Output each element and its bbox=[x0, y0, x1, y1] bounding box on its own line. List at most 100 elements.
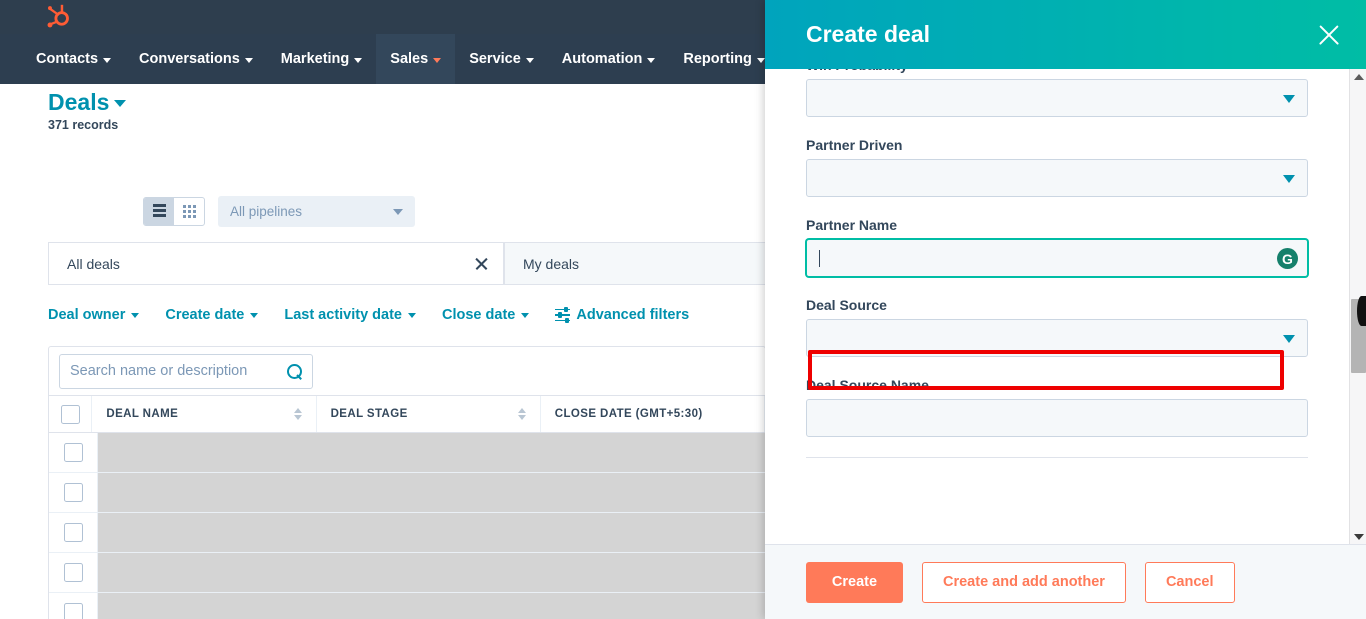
nav-item-marketing[interactable]: Marketing bbox=[267, 34, 377, 84]
sort-icon[interactable] bbox=[293, 408, 302, 420]
close-icon[interactable] bbox=[1316, 22, 1342, 48]
deals-table-card: DEAL NAME DEAL STAGE CLOSE DATE (GMT+5:3… bbox=[48, 346, 766, 619]
table-row[interactable] bbox=[49, 433, 765, 473]
filter-sliders-icon bbox=[555, 306, 571, 324]
row-masked-content bbox=[98, 513, 765, 552]
chevron-down-icon bbox=[114, 100, 127, 108]
sort-icon[interactable] bbox=[517, 408, 526, 420]
create-button[interactable]: Create bbox=[806, 561, 903, 603]
row-checkbox[interactable] bbox=[63, 483, 83, 502]
field-deal-source: Deal Source bbox=[806, 297, 1308, 357]
row-select-cell bbox=[49, 593, 98, 619]
search-input[interactable] bbox=[70, 363, 283, 379]
nav-item-label: Reporting bbox=[683, 51, 752, 67]
list-view-icon[interactable] bbox=[144, 198, 174, 225]
page-title[interactable]: Deals bbox=[48, 89, 127, 116]
text-cursor bbox=[819, 249, 821, 267]
view-toggle bbox=[143, 197, 205, 226]
table-row[interactable] bbox=[49, 513, 765, 553]
view-tabs: All deals My deals bbox=[48, 242, 766, 285]
filter-last-activity-date[interactable]: Last activity date bbox=[284, 307, 417, 323]
panel-form-body: Win Probability Partner Driven Partner N… bbox=[765, 69, 1366, 544]
field-deal-source-name: Deal Source Name bbox=[806, 377, 1308, 437]
filter-label: Create date bbox=[165, 307, 245, 323]
chevron-down-icon bbox=[244, 57, 253, 63]
advanced-filters-button[interactable]: Advanced filters bbox=[555, 306, 689, 324]
filter-label: Deal owner bbox=[48, 307, 126, 323]
close-icon[interactable] bbox=[474, 256, 489, 271]
row-checkbox[interactable] bbox=[63, 603, 83, 619]
row-checkbox[interactable] bbox=[63, 443, 83, 462]
row-masked-content bbox=[98, 593, 765, 619]
table-row[interactable] bbox=[49, 473, 765, 513]
tab-label: All deals bbox=[67, 256, 120, 272]
deal-source-select[interactable] bbox=[806, 319, 1308, 357]
tab-my-deals[interactable]: My deals bbox=[504, 242, 766, 285]
filter-create-date[interactable]: Create date bbox=[165, 307, 259, 323]
table-body bbox=[49, 433, 765, 619]
mouse-cursor bbox=[1357, 296, 1366, 326]
table-search-row bbox=[49, 347, 765, 395]
tabs-underline bbox=[48, 284, 766, 285]
app-root: Contacts Conversations Marketing Sales S… bbox=[0, 0, 1366, 619]
row-checkbox[interactable] bbox=[63, 523, 83, 542]
deal-source-name-input[interactable] bbox=[806, 399, 1308, 437]
pipeline-select[interactable]: All pipelines bbox=[218, 196, 415, 227]
table-row[interactable] bbox=[49, 593, 765, 619]
create-and-add-another-button[interactable]: Create and add another bbox=[922, 561, 1126, 603]
panel-footer: Create Create and add another Cancel bbox=[765, 544, 1366, 619]
row-masked-content bbox=[98, 473, 765, 512]
page-title-label: Deals bbox=[48, 89, 110, 115]
pipeline-select-label: All pipelines bbox=[230, 204, 303, 219]
filter-bar: Deal owner Create date Last activity dat… bbox=[48, 296, 689, 334]
nav-item-label: Contacts bbox=[36, 51, 99, 67]
nav-item-label: Service bbox=[469, 51, 521, 67]
row-select-cell bbox=[49, 513, 98, 552]
nav-item-reporting[interactable]: Reporting bbox=[669, 34, 778, 84]
row-select-cell bbox=[49, 433, 98, 472]
field-win-probability: Win Probability bbox=[806, 69, 1308, 117]
select-all-cell bbox=[49, 396, 93, 432]
nav-item-service[interactable]: Service bbox=[455, 34, 548, 84]
nav-item-label: Sales bbox=[390, 51, 429, 67]
table-row[interactable] bbox=[49, 553, 765, 593]
field-label: Partner Name bbox=[806, 217, 898, 233]
chevron-down-icon bbox=[1283, 95, 1295, 103]
partner-driven-select[interactable] bbox=[806, 159, 1308, 197]
row-masked-content bbox=[98, 553, 765, 592]
nav-item-contacts[interactable]: Contacts bbox=[22, 34, 125, 84]
chevron-down-icon bbox=[250, 312, 259, 318]
column-header-deal-stage[interactable]: DEAL STAGE bbox=[317, 396, 541, 432]
grammarly-icon[interactable]: G bbox=[1277, 248, 1298, 269]
row-masked-content bbox=[98, 433, 765, 472]
filter-close-date[interactable]: Close date bbox=[442, 307, 530, 323]
search-icon[interactable] bbox=[287, 363, 302, 379]
nav-item-sales[interactable]: Sales bbox=[376, 34, 456, 84]
filter-deal-owner[interactable]: Deal owner bbox=[48, 307, 140, 323]
field-partner-driven: Partner Driven bbox=[806, 137, 1308, 197]
nav-item-conversations[interactable]: Conversations bbox=[125, 34, 267, 84]
chevron-down-icon bbox=[647, 57, 656, 63]
scroll-down-arrow-icon[interactable] bbox=[1350, 529, 1366, 544]
scroll-up-arrow-icon[interactable] bbox=[1350, 69, 1366, 84]
row-checkbox[interactable] bbox=[63, 563, 83, 582]
filter-label: Close date bbox=[442, 307, 516, 323]
hubspot-sprocket-logo[interactable] bbox=[42, 2, 72, 32]
chevron-down-icon bbox=[393, 208, 403, 215]
nav-item-label: Marketing bbox=[280, 51, 350, 67]
column-header-close-date[interactable]: CLOSE DATE (GMT+5:30) bbox=[541, 396, 765, 432]
cancel-button[interactable]: Cancel bbox=[1144, 561, 1235, 603]
search-box[interactable] bbox=[59, 353, 313, 389]
board-view-icon[interactable] bbox=[174, 198, 204, 225]
field-label: Partner Driven bbox=[806, 137, 903, 153]
partner-name-input[interactable]: G bbox=[806, 239, 1308, 277]
chevron-down-icon bbox=[354, 57, 363, 63]
chevron-down-icon bbox=[525, 57, 534, 63]
filter-label: Last activity date bbox=[284, 307, 403, 323]
table-header: DEAL NAME DEAL STAGE CLOSE DATE (GMT+5:3… bbox=[49, 395, 765, 433]
tab-all-deals[interactable]: All deals bbox=[48, 242, 504, 285]
win-probability-select[interactable] bbox=[806, 79, 1308, 117]
nav-item-automation[interactable]: Automation bbox=[548, 34, 670, 84]
column-header-deal-name[interactable]: DEAL NAME bbox=[92, 396, 317, 432]
select-all-checkbox[interactable] bbox=[60, 404, 80, 424]
